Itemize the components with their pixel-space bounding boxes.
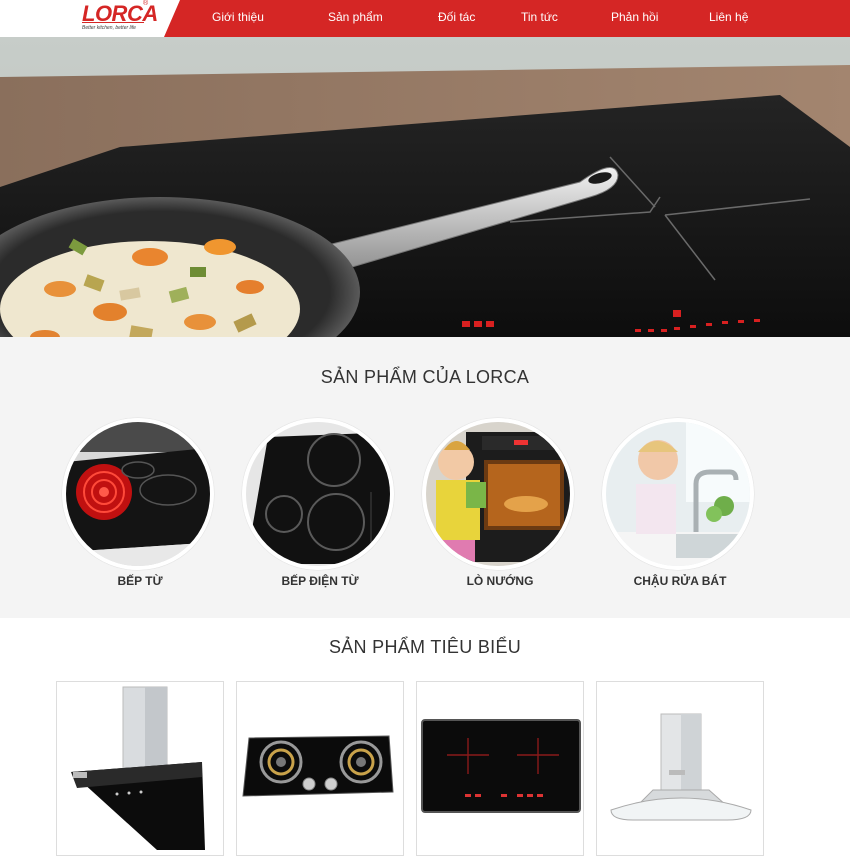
product-image — [242, 735, 394, 797]
category-section: SẢN PHẨM CỦA LORCA BẾP TỪ BẾP ĐIỆN TỪ LÒ… — [0, 337, 850, 618]
category-label-bep-dien-tu[interactable]: BẾP ĐIỆN TỪ — [240, 574, 400, 588]
logo-container[interactable]: LORCA ® Better kitchen, better life — [0, 0, 182, 37]
hero-image — [0, 37, 850, 337]
category-section-title: SẢN PHẨM CỦA LORCA — [320, 367, 530, 387]
product-card-gas-stove[interactable] — [236, 681, 404, 856]
product-image — [421, 719, 581, 813]
nav-tin-tuc[interactable]: Tin tức — [521, 10, 558, 24]
product-card-induction-cooktop[interactable] — [416, 681, 584, 856]
category-label-chau-rua-bat[interactable]: CHẬU RỬA BÁT — [600, 574, 760, 588]
top-navbar: LORCA ® Better kitchen, better life Giới… — [0, 0, 850, 37]
product-image — [71, 686, 205, 850]
category-label-bep-tu[interactable]: BẾP TỪ — [60, 574, 220, 588]
registered-mark: ® — [143, 0, 149, 7]
hero-banner — [0, 37, 850, 337]
category-image-bep-dien-tu[interactable] — [242, 418, 394, 570]
nav-doi-tac[interactable]: Đối tác — [438, 10, 475, 24]
nav-phan-hoi[interactable]: Phản hồi — [611, 10, 658, 24]
category-image-bep-tu[interactable] — [62, 418, 214, 570]
logo-underline — [82, 22, 144, 23]
product-card-hood-glass[interactable] — [596, 681, 764, 856]
category-image-chau-rua-bat[interactable] — [602, 418, 754, 570]
product-image — [610, 713, 752, 821]
category-image-lo-nuong[interactable] — [422, 418, 574, 570]
nav-san-pham[interactable]: Sản phẩm — [328, 10, 383, 24]
product-card-hood-angled[interactable] — [56, 681, 224, 856]
category-label-lo-nuong[interactable]: LÒ NƯỚNG — [420, 574, 580, 588]
nav-lien-he[interactable]: Liên hệ — [709, 10, 748, 24]
featured-section-title: SẢN PHẨM TIÊU BIỂU — [328, 637, 522, 657]
nav-gioi-thieu[interactable]: Giới thiệu — [212, 10, 264, 24]
logo-tagline: Better kitchen, better life — [82, 25, 136, 31]
